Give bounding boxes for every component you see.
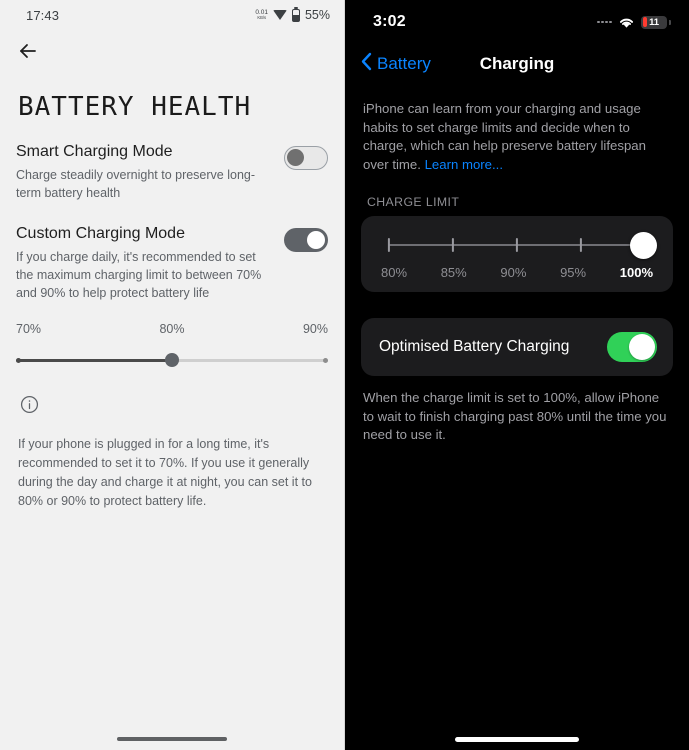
- slider-end-dot-right: [323, 357, 328, 363]
- charge-limit-label-90: 90%: [500, 264, 527, 280]
- slider-tick-80: [387, 237, 391, 252]
- network-speed-indicator: 0.01 KB/s: [255, 9, 268, 21]
- row-custom-charging-mode[interactable]: Custom Charging Mode If you charge daily…: [0, 224, 344, 302]
- row-smart-charging-mode[interactable]: Smart Charging Mode Charge steadily over…: [0, 142, 344, 202]
- slider-fill: [16, 359, 172, 362]
- slider-label-min: 70%: [16, 322, 42, 337]
- charging-limit-slider[interactable]: [16, 353, 328, 368]
- row-smart-charging-subtitle: Charge steadily overnight to preserve lo…: [16, 167, 256, 200]
- slider-label-max: 90%: [302, 322, 328, 337]
- optimised-battery-charging-row[interactable]: Optimised Battery Charging: [361, 317, 673, 376]
- android-battery-health-screen: 17:43 0.01 KB/s 55% BATTERY HEALTH Smart…: [0, 0, 345, 750]
- learn-more-link[interactable]: Learn more...: [425, 157, 503, 172]
- custom-charging-mode-toggle[interactable]: [284, 228, 328, 253]
- page-title: BATTERY HEALTH: [18, 94, 344, 120]
- slider-tick-85: [451, 237, 455, 252]
- optimised-battery-charging-toggle[interactable]: [607, 331, 657, 362]
- android-status-icons: 0.01 KB/s 55%: [255, 8, 330, 22]
- toggle-knob: [287, 149, 304, 166]
- battery-low-fill: [642, 17, 647, 27]
- charge-limit-label-80: 80%: [381, 264, 408, 280]
- signal-dots-icon: [597, 20, 612, 24]
- charging-limit-slider-section: 70% 80% 90%: [0, 322, 344, 368]
- android-clock: 17:43: [26, 7, 60, 23]
- optimised-battery-charging-footnote: When the charge limit is set to 100%, al…: [363, 389, 667, 443]
- chevron-left-icon: [361, 52, 372, 76]
- ios-status-bar: 3:02 11: [345, 0, 689, 44]
- row-custom-charging-text: Custom Charging Mode If you charge daily…: [16, 224, 284, 302]
- wifi-icon: [618, 16, 635, 29]
- row-smart-charging-text: Smart Charging Mode Charge steadily over…: [16, 142, 284, 202]
- slider-thumb[interactable]: [630, 231, 657, 259]
- back-arrow-icon[interactable]: [16, 39, 40, 63]
- back-to-battery-link[interactable]: Battery: [361, 52, 431, 76]
- charge-limit-label-85: 85%: [440, 264, 467, 280]
- android-status-bar: 17:43 0.01 KB/s 55%: [0, 0, 344, 30]
- optimised-battery-charging-label: Optimised Battery Charging: [379, 337, 570, 355]
- charge-limit-label-100: 100%: [619, 264, 653, 280]
- charge-limit-section-header: CHARGE LIMIT: [367, 194, 460, 209]
- android-battery-percent: 55%: [304, 8, 330, 22]
- charge-limit-label-95: 95%: [560, 264, 587, 280]
- ios-clock: 3:02: [373, 13, 406, 30]
- battery-icon: [291, 8, 300, 22]
- android-nav-bar: [0, 30, 344, 72]
- row-smart-charging-title: Smart Charging Mode: [16, 143, 173, 160]
- wifi-icon: [272, 10, 287, 20]
- ios-nav-bar: Battery Charging: [345, 44, 689, 84]
- back-label: Battery: [377, 54, 431, 73]
- ios-status-icons: 11: [597, 15, 671, 29]
- slider-tick-labels: 70% 80% 90%: [16, 322, 328, 336]
- slider-label-mid: 80%: [159, 322, 185, 337]
- battery-footnote: If your phone is plugged in for a long t…: [18, 437, 312, 508]
- toggle-knob: [629, 333, 655, 360]
- charging-description: iPhone can learn from your charging and …: [363, 100, 671, 175]
- toggle-knob: [307, 231, 325, 250]
- dual-screenshot-container: 17:43 0.01 KB/s 55% BATTERY HEALTH Smart…: [0, 0, 689, 750]
- charge-limit-card: 80% 85% 90% 95% 100%: [361, 215, 673, 292]
- ios-battery-percent: 11: [649, 16, 659, 28]
- charge-limit-slider[interactable]: [387, 231, 657, 259]
- android-home-indicator: [117, 737, 227, 741]
- slider-tick-95: [579, 237, 583, 252]
- row-custom-charging-subtitle: If you charge daily, it's recommended to…: [16, 250, 262, 300]
- ios-home-indicator: [455, 737, 579, 742]
- row-custom-charging-title: Custom Charging Mode: [16, 225, 185, 243]
- info-icon: [20, 395, 344, 419]
- smart-charging-mode-toggle[interactable]: [284, 146, 328, 170]
- slider-end-dot-left: [16, 357, 21, 363]
- ios-battery-icon: 11: [641, 15, 671, 29]
- slider-tick-90: [515, 237, 519, 252]
- charge-limit-tick-labels: 80% 85% 90% 95% 100%: [381, 265, 653, 280]
- slider-thumb[interactable]: [165, 353, 179, 368]
- charging-description-text: iPhone can learn from your charging and …: [363, 101, 646, 173]
- network-speed-unit: KB/s: [257, 15, 267, 20]
- ios-charging-screen: 3:02 11 Battery Charging iPhone can lear…: [345, 0, 689, 750]
